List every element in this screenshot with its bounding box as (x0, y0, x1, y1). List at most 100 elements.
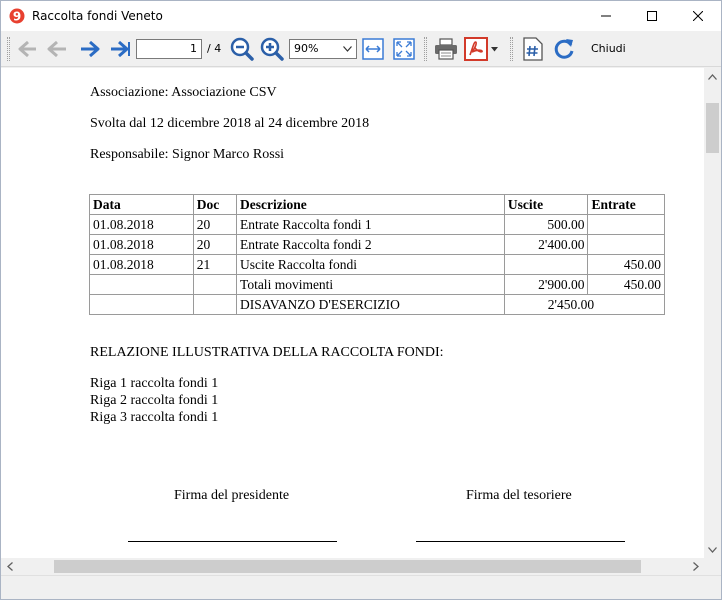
toolbar-separator (424, 37, 427, 61)
toolbar-separator (510, 37, 513, 61)
zoom-value: 90% (294, 42, 319, 55)
cell-data: 01.08.2018 (89, 214, 194, 235)
pdf-export-button[interactable] (464, 36, 500, 62)
deficit-row: DISAVANZO D'ESERCIZIO 2'450.00 (89, 294, 666, 315)
toolbar-grip[interactable] (7, 37, 10, 61)
arrow-left-icon (47, 40, 66, 58)
cell-empty (89, 294, 194, 315)
print-button[interactable] (433, 36, 459, 62)
arrow-right-icon (81, 40, 100, 58)
table-row: 01.08.2018 20 Entrate Raccolta fondi 1 5… (89, 214, 665, 235)
cell-doc: 20 (192, 234, 238, 255)
zoom-out-icon (230, 37, 254, 61)
arrow-left-end-icon (18, 40, 36, 58)
refresh-icon (554, 39, 574, 59)
cell-uscite: 2'400.00 (503, 234, 589, 255)
refresh-button[interactable] (551, 36, 577, 62)
column-header-descrizione: Descrizione (236, 194, 505, 215)
fit-page-button[interactable] (391, 36, 417, 62)
chevron-down-icon (708, 546, 717, 553)
fit-width-icon (362, 38, 384, 60)
signature-president-label: Firma del presidente (174, 488, 290, 503)
last-page-button[interactable] (107, 36, 133, 62)
page-number-input[interactable]: 1 (136, 39, 202, 59)
cell-data: 01.08.2018 (89, 234, 194, 255)
minimize-button[interactable] (583, 1, 629, 31)
maximize-icon (647, 11, 657, 21)
signature-treasurer-label: Firma del tesoriere (466, 488, 572, 503)
cell-entrate: 450.00 (587, 254, 665, 275)
scroll-up-button[interactable] (704, 68, 721, 85)
fit-page-icon (393, 38, 415, 60)
period-line: Svolta dal 12 dicembre 2018 al 24 dicemb… (90, 116, 370, 131)
chevron-down-icon (343, 46, 352, 52)
report-line-1: Riga 1 raccolta fondi 1 (90, 376, 219, 391)
page-number-icon (523, 37, 543, 61)
deficit-value: 2'450.00 (503, 294, 666, 315)
zoom-select[interactable]: 90% (289, 39, 357, 59)
cell-descrizione: Entrate Raccolta fondi 1 (236, 214, 505, 235)
totals-label: Totali movimenti (236, 274, 505, 295)
cell-doc: 21 (192, 254, 238, 275)
totals-uscite: 2'900.00 (503, 274, 589, 295)
report-line-2: Riga 2 raccolta fondi 1 (90, 393, 219, 408)
zoom-out-button[interactable] (229, 36, 255, 62)
page-total-label: / 4 (207, 42, 222, 55)
maximize-button[interactable] (629, 1, 675, 31)
column-header-doc: Doc (192, 194, 238, 215)
title-bar[interactable]: 9 Raccolta fondi Veneto (1, 1, 721, 31)
cell-empty (89, 274, 194, 295)
signature-president-line (128, 541, 337, 542)
previous-page-button[interactable] (44, 36, 70, 62)
first-page-button[interactable] (14, 36, 40, 62)
manager-line: Responsabile: Signor Marco Rossi (90, 147, 285, 162)
page-number-button[interactable] (520, 36, 546, 62)
pdf-icon (464, 37, 488, 61)
horizontal-scrollbar[interactable] (1, 558, 704, 575)
association-line: Associazione: Associazione CSV (90, 85, 277, 100)
totals-row: Totali movimenti 2'900.00 450.00 (89, 274, 665, 295)
cell-doc: 20 (192, 214, 238, 235)
cell-empty (192, 274, 238, 295)
cell-descrizione: Entrate Raccolta fondi 2 (236, 234, 505, 255)
table-row: 01.08.2018 20 Entrate Raccolta fondi 2 2… (89, 234, 665, 255)
report-preview-window: 9 Raccolta fondi Veneto 1 / 4 90% Chiudi… (0, 0, 722, 600)
printer-icon (435, 38, 457, 60)
column-header-entrate: Entrate (587, 194, 665, 215)
chevron-down-icon (491, 46, 498, 51)
scroll-left-button[interactable] (1, 558, 18, 575)
zoom-in-button[interactable] (259, 36, 285, 62)
minimize-icon (601, 15, 611, 17)
deficit-label: DISAVANZO D'ESERCIZIO (236, 294, 505, 315)
report-page: Associazione: Associazione CSV Svolta da… (1, 68, 704, 558)
column-header-data: Data (89, 194, 194, 215)
close-button[interactable]: Chiudi (591, 42, 626, 55)
cell-data: 01.08.2018 (89, 254, 194, 275)
toolbar: 1 / 4 90% Chiudi (1, 31, 721, 67)
cell-uscite (503, 254, 589, 275)
cell-descrizione: Uscite Raccolta fondi (236, 254, 505, 275)
scroll-down-button[interactable] (704, 541, 721, 558)
column-header-uscite: Uscite (503, 194, 589, 215)
cell-uscite: 500.00 (503, 214, 589, 235)
status-bar (1, 575, 721, 599)
chevron-left-icon (6, 562, 13, 571)
close-window-button[interactable] (675, 1, 721, 31)
cell-entrate (587, 214, 665, 235)
scrollbar-corner (704, 558, 721, 575)
cell-entrate (587, 234, 665, 255)
chevron-up-icon (708, 73, 717, 80)
vertical-scrollbar[interactable] (704, 68, 721, 558)
horizontal-scroll-thumb[interactable] (54, 560, 641, 573)
table-header-row: Data Doc Descrizione Uscite Entrate (89, 194, 665, 215)
arrow-right-end-icon (111, 40, 130, 58)
next-page-button[interactable] (77, 36, 103, 62)
movements-table: Data Doc Descrizione Uscite Entrate 01.0… (89, 194, 666, 315)
signature-treasurer-line (416, 541, 625, 542)
scroll-right-button[interactable] (687, 558, 704, 575)
fit-width-button[interactable] (360, 36, 386, 62)
report-heading: RELAZIONE ILLUSTRATIVA DELLA RACCOLTA FO… (90, 345, 444, 360)
app-logo-icon: 9 (9, 8, 25, 24)
vertical-scroll-thumb[interactable] (706, 103, 719, 153)
window-title: Raccolta fondi Veneto (32, 9, 163, 23)
